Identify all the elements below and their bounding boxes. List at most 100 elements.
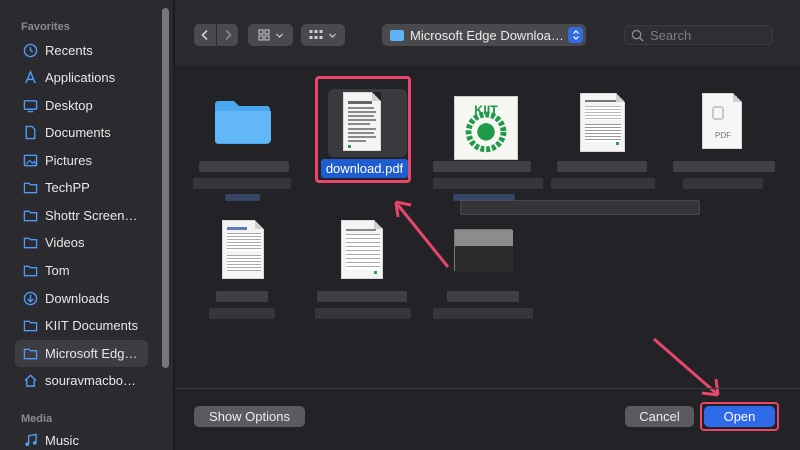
- blurred-filename: [557, 161, 647, 172]
- chevron-left-icon: [201, 29, 208, 41]
- group-grid-icon: [309, 30, 323, 39]
- sidebar-item-downloads[interactable]: Downloads: [15, 285, 148, 312]
- folder-icon: [22, 346, 38, 362]
- forward-button[interactable]: [216, 24, 238, 46]
- sidebar-item-label: Applications: [45, 70, 116, 85]
- highlight-selected-file: [315, 76, 411, 183]
- show-options-button[interactable]: Show Options: [194, 406, 305, 427]
- footer-divider: [175, 388, 800, 389]
- sidebar-item-documents[interactable]: Documents: [15, 119, 148, 146]
- downloads-icon: [22, 291, 38, 307]
- sidebar-item-videos[interactable]: Videos: [15, 229, 148, 256]
- search-field[interactable]: [624, 25, 773, 45]
- sidebar-item-tom[interactable]: Tom: [15, 257, 148, 284]
- folder-icon: [22, 208, 38, 224]
- screenshot-thumbnail: [454, 229, 513, 272]
- sidebar-item-microsoft-edge[interactable]: Microsoft Edg…: [15, 340, 148, 367]
- location-popup[interactable]: Microsoft Edge Downloa…: [382, 24, 586, 46]
- toolbar: Microsoft Edge Downloa…: [175, 0, 800, 66]
- sidebar-item-label: Videos: [45, 235, 85, 250]
- blurred-filename: [216, 291, 268, 302]
- blurred-filename: [199, 161, 289, 172]
- search-icon: [631, 29, 644, 42]
- blurred-filename: [315, 308, 411, 319]
- blurred-filename: [317, 291, 407, 302]
- chevron-down-icon: [275, 33, 283, 38]
- folder-icon: [215, 101, 271, 144]
- sidebar-item-applications[interactable]: Applications: [15, 64, 148, 91]
- sidebar-item-music[interactable]: Music: [15, 427, 148, 450]
- kiit-logo-icon: KIIT: [465, 103, 507, 153]
- blurred-filename: [225, 194, 260, 201]
- file-browser: Microsoft Edge Downloa… Search download.…: [175, 0, 800, 450]
- folder-icon: [22, 235, 38, 251]
- icon-view-button[interactable]: [248, 24, 293, 46]
- file-item-folder[interactable]: [193, 90, 309, 205]
- blurred-filename: [209, 308, 275, 319]
- sidebar: Favorites Recents Applications Desktop D…: [0, 0, 174, 450]
- favorites-heading: Favorites: [21, 21, 70, 33]
- blurred-filename: [551, 178, 655, 189]
- grid-icon: [258, 29, 269, 41]
- blurred-path-tooltip: [460, 200, 700, 215]
- view-mode-group: [248, 24, 293, 46]
- sidebar-item-label: souravmacbo…: [45, 373, 137, 388]
- annotation-arrow-down: [653, 337, 720, 397]
- group-mode-group: [301, 24, 345, 46]
- sidebar-item-label: Recents: [45, 43, 93, 58]
- kiit-logo-thumbnail: KIIT: [454, 96, 518, 160]
- desktop-icon: [22, 98, 38, 114]
- chevron-down-icon: [329, 33, 336, 38]
- sidebar-item-label: KIIT Documents: [45, 318, 138, 333]
- annotation-arrow-up: [394, 200, 450, 268]
- chevron-right-icon: [224, 29, 232, 41]
- sidebar-item-recents[interactable]: Recents: [15, 37, 148, 64]
- file-item-doc-1[interactable]: [199, 217, 309, 327]
- search-input[interactable]: [650, 27, 765, 43]
- media-heading: Media: [21, 413, 53, 425]
- folder-icon: [22, 263, 38, 279]
- sidebar-item-pictures[interactable]: Pictures: [15, 147, 148, 174]
- back-button[interactable]: [194, 24, 216, 46]
- blurred-filename: [447, 291, 519, 302]
- blurred-filename: [433, 308, 533, 319]
- blurred-filename: [433, 161, 531, 172]
- folder-icon: [22, 318, 38, 334]
- sidebar-item-home[interactable]: souravmacbo…: [15, 367, 148, 394]
- music-icon: [22, 433, 38, 449]
- sidebar-item-kiit-documents[interactable]: KIIT Documents: [15, 312, 148, 339]
- sidebar-item-label: TechPP: [45, 180, 90, 195]
- pdf-label: PDF: [715, 131, 731, 140]
- pdf-document-icon: PDF: [702, 93, 742, 149]
- applications-icon: [22, 70, 38, 86]
- pictures-icon: [22, 153, 38, 169]
- document-thumbnail: [580, 93, 625, 152]
- file-item-pdf-generic[interactable]: PDF: [671, 90, 781, 205]
- blurred-filename: [193, 178, 291, 189]
- blurred-filename: [683, 178, 763, 189]
- document-thumbnail: [222, 220, 264, 279]
- clock-icon: [22, 43, 38, 59]
- home-icon: [22, 373, 38, 389]
- file-item-spreadsheet[interactable]: [551, 90, 665, 205]
- file-item-kiit-image[interactable]: KIIT: [433, 90, 563, 205]
- folder-icon: [390, 29, 404, 41]
- folder-icon: [22, 180, 38, 196]
- blurred-filename: [433, 178, 543, 189]
- highlight-open-button: [700, 402, 779, 431]
- sidebar-item-desktop[interactable]: Desktop: [15, 92, 148, 119]
- sidebar-item-label: Pictures: [45, 153, 92, 168]
- sidebar-item-label: Microsoft Edg…: [45, 346, 138, 361]
- sidebar-item-label: Downloads: [45, 291, 110, 306]
- location-label: Microsoft Edge Downloa…: [410, 27, 564, 43]
- sidebar-item-shottr[interactable]: Shottr Screen…: [15, 202, 148, 229]
- sidebar-item-label: Documents: [45, 125, 111, 140]
- sidebar-item-techpp[interactable]: TechPP: [15, 174, 148, 201]
- cancel-button[interactable]: Cancel: [625, 406, 694, 427]
- sidebar-item-label: Desktop: [45, 98, 93, 113]
- document-icon: [22, 125, 38, 141]
- group-by-button[interactable]: [301, 24, 345, 46]
- blurred-filename: [673, 161, 775, 172]
- kiit-logo-text: KIIT: [474, 103, 498, 117]
- sidebar-scrollbar[interactable]: [162, 8, 169, 368]
